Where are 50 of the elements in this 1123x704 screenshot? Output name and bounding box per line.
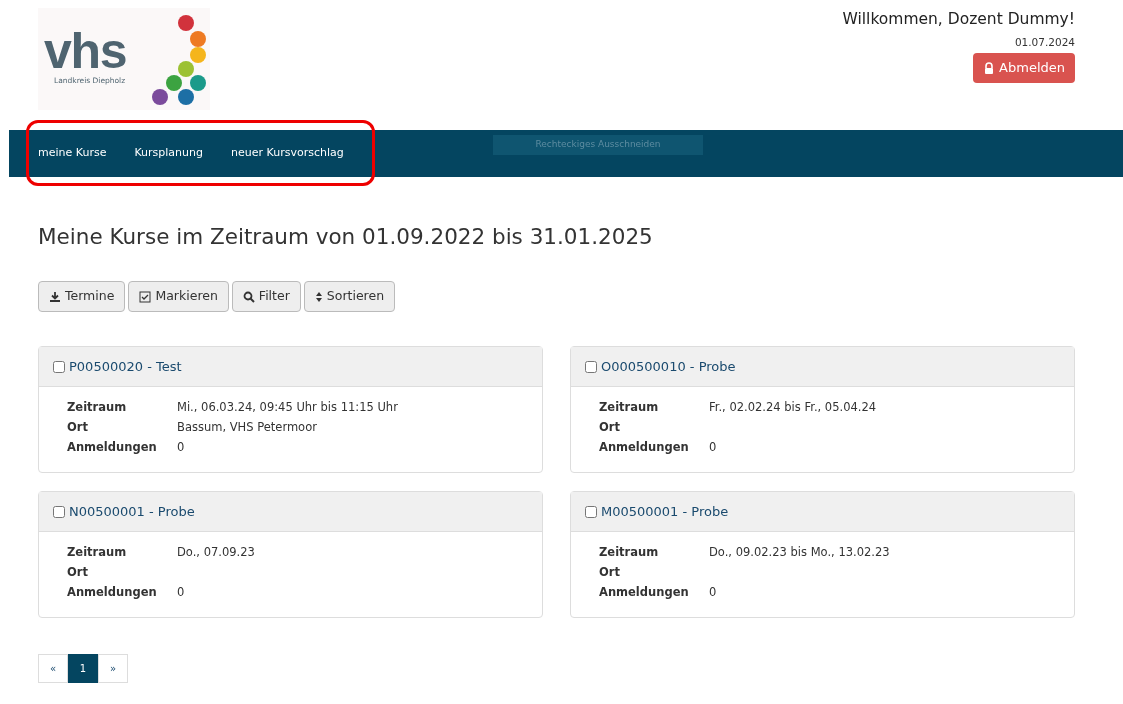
field-label: Ort: [599, 564, 621, 581]
field-label: Anmeldungen: [599, 439, 690, 456]
field-value: 0: [177, 439, 185, 456]
logout-button[interactable]: Abmelden: [973, 53, 1075, 83]
checkbox-icon: [139, 290, 152, 303]
course-title[interactable]: N00500001 - Probe: [69, 501, 195, 522]
course-title[interactable]: M00500001 - Probe: [601, 501, 729, 522]
field-label: Anmeldungen: [67, 584, 158, 601]
snip-tooltip: Rechteckiges Ausschneiden: [493, 135, 703, 155]
toolbar-button[interactable]: Markieren: [128, 281, 229, 312]
page-button[interactable]: «: [38, 654, 68, 683]
field-label: Ort: [67, 564, 89, 581]
nav-link[interactable]: meine Kurse: [38, 145, 107, 162]
field-value: Fr., 02.02.24 bis Fr., 05.04.24: [709, 399, 877, 416]
field-label: Zeitraum: [599, 399, 660, 416]
toolbar-button[interactable]: Filter: [231, 281, 301, 312]
field-value: 0: [709, 439, 717, 456]
field-label: Anmeldungen: [599, 584, 690, 601]
field-value: Do., 09.02.23 bis Mo., 13.02.23: [709, 544, 890, 561]
sort-icon: [314, 290, 323, 303]
field-value: 0: [709, 584, 717, 601]
field-value: 0: [177, 584, 185, 601]
toolbar-button[interactable]: Termine: [38, 281, 126, 312]
course-checkbox[interactable]: [585, 360, 597, 373]
field-label: Ort: [67, 419, 89, 436]
field-label: Zeitraum: [67, 544, 128, 561]
field-label: Zeitraum: [599, 544, 660, 561]
logo-wordmark: vhs: [44, 27, 127, 76]
course-title[interactable]: O000500010 - Probe: [601, 356, 736, 377]
course-checkbox[interactable]: [585, 505, 597, 518]
field-label: Zeitraum: [67, 399, 128, 416]
date-text: 01.07.2024: [1014, 35, 1075, 51]
download-icon: [49, 290, 61, 303]
page-title: Meine Kurse im Zeitraum von 01.09.2022 bis 31.01.2025: [38, 223, 654, 251]
toolbar-button[interactable]: Sortieren: [303, 281, 396, 312]
course-title[interactable]: P00500020 - Test: [69, 356, 182, 377]
course-checkbox[interactable]: [53, 360, 65, 373]
field-label: Ort: [599, 419, 621, 436]
field-value: Mi., 06.03.24, 09:45 Uhr bis 11:15 Uhr: [177, 399, 398, 416]
course-checkbox[interactable]: [53, 505, 65, 518]
field-label: Anmeldungen: [67, 439, 158, 456]
field-value: Bassum, VHS Petermoor: [177, 419, 317, 436]
lock-icon: [983, 62, 996, 74]
page-button[interactable]: 1: [68, 654, 98, 683]
field-value: Do., 07.09.23: [177, 544, 255, 561]
nav-link[interactable]: Kursplanung: [134, 145, 203, 162]
nav-link[interactable]: neuer Kursvorschlag: [231, 145, 344, 162]
welcome-text: Willkommen, Dozent Dummy!: [842, 9, 1075, 30]
search-icon: [242, 290, 255, 303]
page-button[interactable]: »: [98, 654, 128, 683]
